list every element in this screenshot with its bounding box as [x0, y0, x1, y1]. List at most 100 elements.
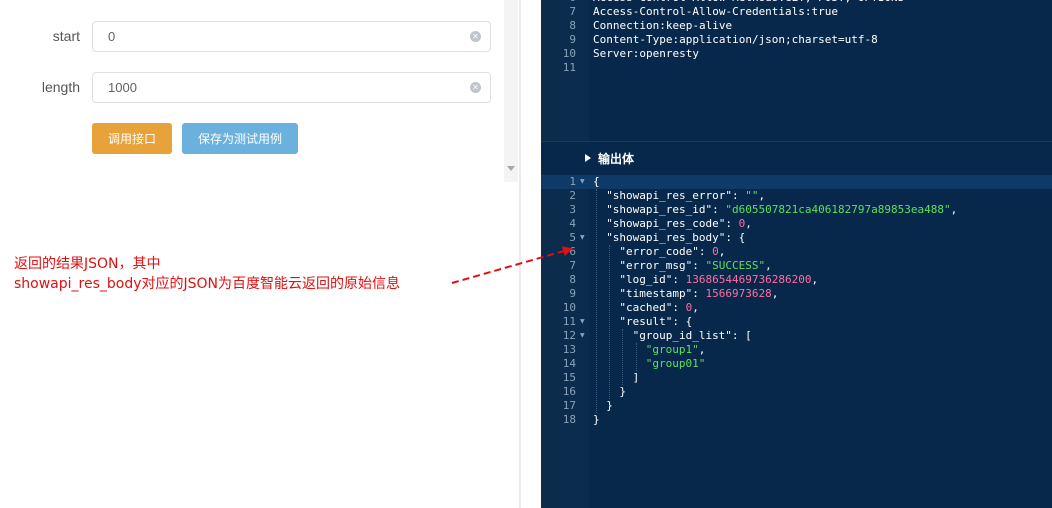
line-number: 15 [562, 371, 576, 384]
output-body-title[interactable]: 输出体 [598, 150, 634, 167]
json-token: "showapi_res_code": [606, 217, 739, 230]
json-line: "group_id_list": [ [633, 329, 752, 343]
json-token: "error_code": [619, 245, 713, 258]
json-line: ] [633, 371, 640, 385]
json-token: } [619, 385, 627, 398]
json-token: "log_id": [619, 273, 686, 286]
line-number: 13 [562, 343, 576, 356]
indent-guide [609, 245, 611, 399]
line-number: 10 [562, 47, 576, 60]
json-line: "timestamp": 1566973628, [619, 287, 778, 301]
line-number: 5 [569, 231, 576, 244]
json-token: , [765, 259, 772, 272]
json-line: "cached": 0, [619, 301, 698, 315]
line-number: 17 [562, 399, 576, 412]
line-number: 4 [569, 217, 576, 230]
indent-guide [622, 329, 624, 385]
fold-arrow-icon[interactable]: ▼ [580, 178, 585, 185]
json-line: "group1", [646, 343, 706, 357]
json-token: 1368654469736286200 [685, 273, 812, 286]
json-token: "cached": [619, 301, 686, 314]
json-token: "error_msg": [619, 259, 706, 272]
line-number: 18 [562, 413, 576, 426]
line-number: 6 [569, 245, 576, 258]
json-token: , [758, 189, 766, 202]
json-token: "timestamp": [619, 287, 706, 300]
json-line: "showapi_res_id": "d605507821ca406182797… [606, 203, 957, 217]
json-token: } [593, 413, 600, 426]
json-token: , [698, 343, 706, 356]
indent-guide [635, 343, 638, 371]
panel-divider[interactable] [519, 0, 521, 508]
line-number: 8 [569, 273, 576, 286]
length-input[interactable] [92, 72, 491, 103]
json-token: , [950, 203, 958, 216]
fold-arrow-icon[interactable]: ▼ [580, 318, 585, 325]
json-token: , [771, 287, 779, 300]
json-token: 0 [712, 245, 719, 258]
line-number: 11 [562, 315, 576, 328]
json-line: "log_id": 1368654469736286200, [619, 273, 818, 287]
json-token: { [593, 175, 600, 188]
expand-triangle-icon[interactable] [585, 154, 591, 162]
line-number: 16 [562, 385, 576, 398]
vertical-scrollbar[interactable] [504, 0, 518, 182]
red-annotation: 返回的结果JSON，其中 showapi_res_body对应的JSON为百度智… [14, 254, 400, 294]
json-line: "error_msg": "SUCCESS", [619, 259, 771, 273]
json-line: { [593, 175, 600, 189]
clear-start-icon[interactable]: ✕ [470, 31, 481, 42]
json-token: "group_id_list": [ [632, 329, 752, 342]
json-line: } [593, 413, 600, 427]
start-input[interactable] [92, 21, 491, 52]
header-line: Content-Type:application/json;charset=ut… [593, 33, 878, 46]
fold-arrow-icon[interactable]: ▼ [580, 332, 585, 339]
annotation-line-2: showapi_res_body对应的JSON为百度智能云返回的原始信息 [14, 276, 401, 292]
json-token: "showapi_res_id": [606, 203, 726, 216]
line-number: 7 [569, 5, 576, 18]
json-token: "showapi_res_error": [606, 189, 746, 202]
scroll-down-icon[interactable] [507, 166, 515, 171]
header-line: Server:openresty [593, 47, 699, 60]
json-token: "result": { [619, 315, 693, 328]
line-number: 10 [562, 301, 576, 314]
json-token: ] [632, 371, 640, 384]
annotation-line-1: 返回的结果JSON，其中 [14, 256, 161, 272]
save-test-case-button[interactable]: 保存为测试用例 [182, 123, 298, 154]
json-token: 1566973628 [705, 287, 772, 300]
active-line-highlight [541, 175, 1052, 189]
line-number: 1 [569, 175, 576, 188]
json-token: , [718, 245, 726, 258]
json-line: "showapi_res_error": "", [606, 189, 765, 203]
json-token: , [692, 301, 699, 314]
json-token: , [811, 273, 819, 286]
json-line: "result": { [619, 315, 692, 329]
clear-length-icon[interactable]: ✕ [470, 82, 481, 93]
line-number: 9 [569, 33, 576, 46]
line-number: 2 [569, 189, 576, 202]
length-label: length [41, 79, 80, 95]
line-number: 14 [562, 357, 576, 370]
start-label: start [52, 28, 80, 44]
call-api-button[interactable]: 调用接口 [92, 123, 172, 154]
form-area: start ✕ length ✕ 调用接口 保存为测试用例 [0, 0, 504, 182]
json-line: } [606, 399, 613, 413]
json-token: "group1" [645, 343, 699, 356]
json-token: "d605507821ca406182797a89853ea488" [725, 203, 951, 216]
line-number: 3 [569, 203, 576, 216]
json-token: , [745, 217, 752, 230]
indent-guide [596, 189, 598, 413]
json-line: "group01" [646, 357, 706, 371]
fold-arrow-icon[interactable]: ▼ [580, 234, 585, 241]
line-number: 12 [562, 329, 576, 342]
header-line: Access-Control-Allow-Credentials:true [593, 5, 839, 18]
response-panel: 输出体 6Access-Control-Allow-Methods:GET, P… [541, 0, 1052, 508]
line-number: 8 [569, 19, 576, 32]
section-separator [541, 141, 1052, 142]
header-line: Connection:keep-alive [593, 19, 733, 32]
json-line: "showapi_res_code": 0, [606, 217, 752, 231]
json-token: "SUCCESS" [705, 259, 766, 272]
line-number: 7 [569, 259, 576, 272]
line-number: 11 [562, 61, 576, 74]
json-token: "group01" [645, 357, 706, 370]
json-token: "showapi_res_body": { [606, 231, 746, 244]
